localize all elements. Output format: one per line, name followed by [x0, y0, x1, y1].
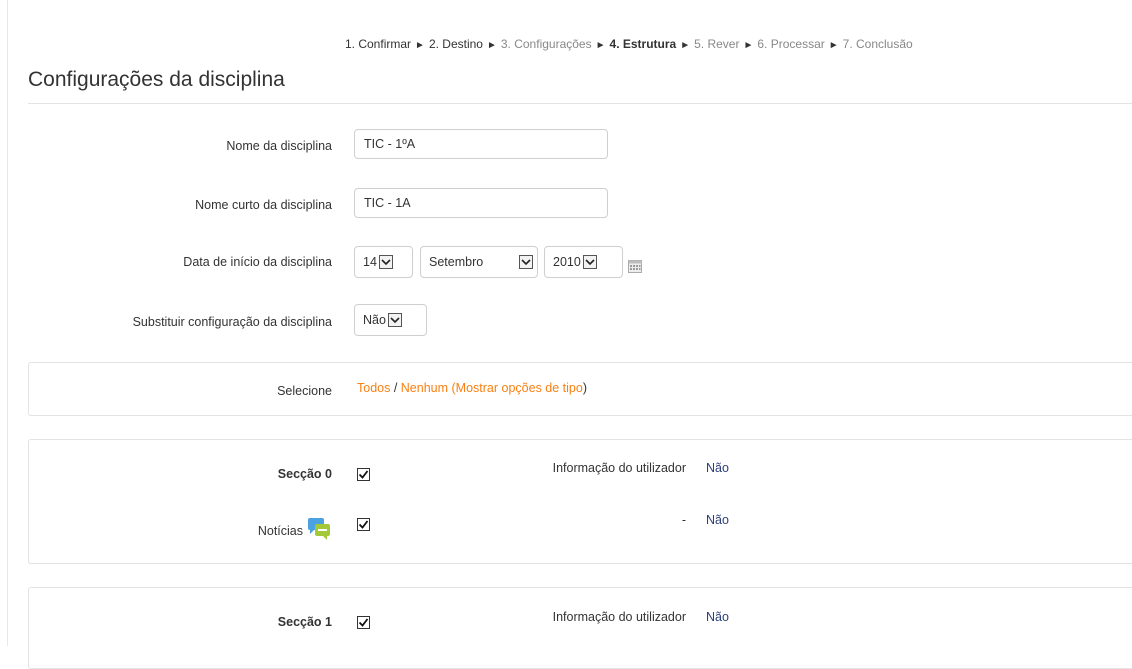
start-month-select[interactable]: Setembro: [420, 246, 538, 278]
activity-noticias-label: Notícias: [257, 523, 303, 538]
start-day-select[interactable]: 14: [354, 246, 413, 278]
step-processar: 6. Processar: [757, 37, 825, 51]
step-arrow-icon: ►: [680, 40, 691, 51]
chevron-down-icon: [387, 313, 402, 327]
chevron-down-icon: [519, 255, 533, 269]
start-date-label: Data de início da disciplina: [183, 255, 332, 269]
course-shortname-label: Nome curto da disciplina: [195, 198, 332, 212]
open-paren: (: [448, 381, 456, 395]
start-month-value: Setembro: [429, 255, 484, 269]
override-label: Substituir configuração da disciplina: [132, 315, 332, 329]
close-paren: ): [582, 381, 587, 395]
section-0-userinfo-label: Informação do utilizador: [552, 461, 686, 475]
step-configuracoes: 3. Configurações: [500, 37, 592, 51]
section-1-checkbox[interactable]: [357, 616, 370, 629]
step-conclusao: 7. Conclusão: [842, 37, 913, 51]
step-rever: 5. Rever: [694, 37, 740, 51]
select-all-link[interactable]: Todos: [357, 381, 390, 395]
step-estrutura: 4. Estrutura: [609, 37, 677, 51]
step-arrow-icon: ►: [743, 40, 754, 51]
override-select[interactable]: Não: [354, 304, 427, 336]
step-arrow-icon: ►: [486, 40, 497, 51]
left-border: [7, 0, 8, 646]
step-arrow-icon: ►: [828, 40, 839, 51]
start-day-value: 14: [363, 255, 377, 269]
start-year-value: 2010: [553, 255, 581, 269]
select-none-link[interactable]: Nenhum: [401, 381, 448, 395]
section-0-panel: [28, 439, 1132, 564]
course-name-label: Nome da disciplina: [226, 139, 332, 153]
select-label: Selecione: [277, 384, 332, 398]
title-divider: [28, 103, 1132, 104]
step-arrow-icon: ►: [595, 40, 606, 51]
noticias-userinfo-value: Não: [706, 513, 729, 527]
chevron-down-icon: [378, 255, 393, 269]
wizard-steps: 1. Confirmar ► 2. Destino ► 3. Configurações…: [345, 37, 913, 51]
forum-icon: [306, 516, 332, 545]
slash-separator: /: [390, 381, 401, 395]
section-1-userinfo-value: Não: [706, 610, 729, 624]
show-type-options-link[interactable]: Mostrar opções de tipo: [456, 381, 583, 395]
section-1-userinfo-label: Informação do utilizador: [552, 610, 686, 624]
chevron-down-icon: [582, 255, 597, 269]
step-arrow-icon: ►: [415, 40, 425, 51]
override-value: Não: [363, 313, 386, 327]
course-shortname-input[interactable]: [354, 188, 608, 218]
step-confirmar: 1. Confirmar: [345, 37, 412, 51]
step-destino: 2. Destino: [428, 37, 483, 51]
noticias-userinfo-label: -: [681, 513, 686, 527]
section-0-userinfo-value: Não: [706, 461, 729, 475]
section-0-checkbox[interactable]: [357, 468, 370, 481]
course-name-input[interactable]: [354, 129, 608, 159]
noticias-checkbox[interactable]: [357, 518, 370, 531]
section-1-title: Secção 1: [277, 615, 332, 629]
start-year-select[interactable]: 2010: [544, 246, 623, 278]
section-0-title: Secção 0: [277, 467, 332, 481]
activity-noticias: Notícias: [258, 516, 332, 545]
calendar-icon[interactable]: [628, 259, 642, 276]
select-links: Todos / Nenhum (Mostrar opções de tipo): [357, 381, 587, 395]
page-title: Configurações da disciplina: [28, 68, 285, 91]
section-1-panel: [28, 587, 1132, 669]
